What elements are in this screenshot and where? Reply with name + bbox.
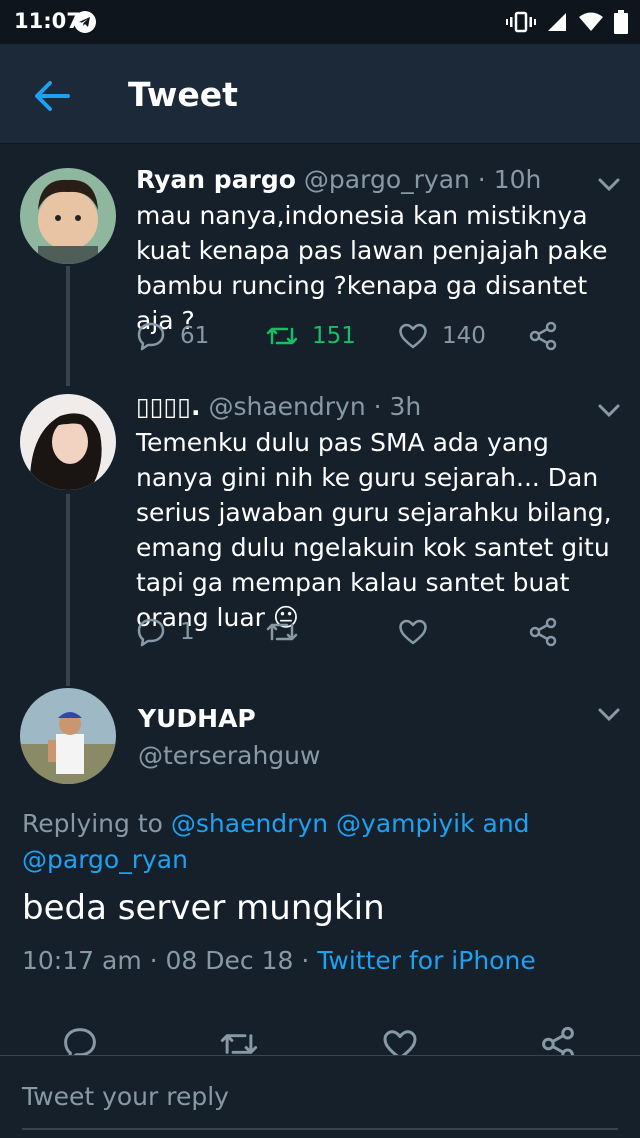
retweet-button[interactable]: 151: [266, 316, 356, 356]
tweet-actions: 1: [136, 612, 576, 652]
author-handle[interactable]: @terserahguw: [138, 741, 320, 770]
signal-icon: [546, 11, 568, 33]
telegram-icon: [74, 11, 96, 33]
tweet-actions: 61 151 140: [136, 316, 576, 356]
thread-line: [66, 494, 70, 686]
tweet-time: · 10h: [469, 165, 542, 194]
timestamp: 10:17 am · 08 Dec 18 ·: [22, 946, 318, 975]
reply-count: 1: [180, 619, 195, 645]
author-handle[interactable]: @shaendryn: [208, 392, 365, 421]
and-word: and: [474, 809, 530, 838]
retweet-icon: [266, 321, 298, 351]
reply-input-underline: [22, 1128, 618, 1130]
main-tweet-text: beda server mungkin: [22, 888, 385, 928]
like-icon: [398, 618, 428, 646]
reply-icon: [136, 617, 166, 647]
tweet-time: · 3h: [365, 392, 422, 421]
tweet-text: Temenku dulu pas SMA ada yang nanya gini…: [136, 428, 612, 632]
wifi-icon: [578, 11, 604, 33]
client-link[interactable]: Twitter for iPhone: [317, 946, 535, 975]
reply-bar: Tweet your reply: [0, 1055, 640, 1138]
tweet-header: Ryan pargo @pargo_ryan · 10h: [136, 165, 541, 194]
retweet-count: 151: [312, 323, 356, 349]
reply-button[interactable]: 1: [136, 612, 195, 652]
reply-input[interactable]: Tweet your reply: [22, 1082, 229, 1111]
avatar[interactable]: [20, 688, 116, 784]
vibrate-icon: [506, 11, 536, 33]
author-name[interactable]: YUDHAP: [138, 704, 256, 733]
share-icon: [528, 617, 558, 647]
like-button[interactable]: 140: [398, 316, 486, 356]
like-button[interactable]: [398, 612, 442, 652]
reply-button[interactable]: 61: [136, 316, 209, 356]
tweet-header: ▯▯▯▯. @shaendryn · 3h: [136, 392, 421, 421]
chevron-down-icon[interactable]: [597, 403, 621, 419]
avatar[interactable]: [20, 168, 116, 264]
mention-link[interactable]: @shaendryn: [171, 809, 328, 838]
replying-prefix: Replying to: [22, 809, 171, 838]
author-handle[interactable]: @pargo_ryan: [304, 165, 470, 194]
chevron-down-icon[interactable]: [597, 177, 621, 193]
like-icon: [398, 322, 428, 350]
share-icon: [528, 321, 558, 351]
author-name[interactable]: ▯▯▯▯.: [136, 392, 201, 421]
retweet-icon: [266, 617, 298, 647]
chevron-down-icon[interactable]: [597, 707, 621, 723]
reply-count: 61: [180, 323, 210, 349]
back-arrow-icon: [30, 74, 74, 118]
battery-icon: [614, 10, 628, 34]
reply-icon: [136, 321, 166, 351]
tweet-meta: 10:17 am · 08 Dec 18 · Twitter for iPhon…: [22, 946, 536, 975]
author-name[interactable]: Ryan pargo: [136, 165, 296, 194]
replying-to: Replying to @shaendryn @yampiyik and @pa…: [22, 806, 582, 878]
share-button[interactable]: [528, 612, 558, 652]
retweet-button[interactable]: [266, 612, 312, 652]
page-title: Tweet: [128, 75, 238, 114]
status-bar: 11:07: [0, 0, 640, 44]
mention-link[interactable]: @pargo_ryan: [22, 845, 188, 874]
avatar[interactable]: [20, 394, 116, 490]
share-button[interactable]: [528, 316, 558, 356]
status-time: 11:07: [14, 9, 81, 33]
back-button[interactable]: [30, 74, 74, 118]
like-count: 140: [442, 323, 486, 349]
app-bar: Tweet: [0, 44, 640, 144]
mention-link[interactable]: @yampiyik: [336, 809, 475, 838]
thread-line: [66, 266, 70, 386]
